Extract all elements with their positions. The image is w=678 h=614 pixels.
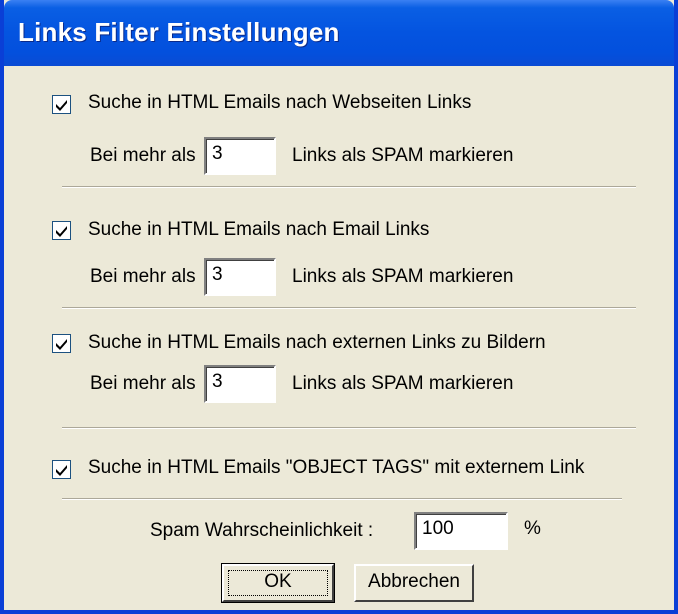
threshold-suffix-label: Links als SPAM markieren	[292, 145, 514, 166]
window-title: Links Filter Einstellungen	[18, 17, 340, 47]
threshold-suffix-label: Links als SPAM markieren	[292, 266, 514, 287]
separator	[62, 186, 636, 188]
checkbox-bilder-links-label[interactable]: Suche in HTML Emails nach externen Links…	[88, 332, 546, 354]
spam-probability-label: Spam Wahrscheinlichkeit :	[150, 520, 374, 541]
threshold-suffix-label: Links als SPAM markieren	[292, 373, 514, 394]
checkbox-object-tags-label[interactable]: Suche in HTML Emails "OBJECT TAGS" mit e…	[88, 457, 584, 479]
threshold-prefix-label: Bei mehr als	[90, 266, 196, 287]
checkbox-email-links-label[interactable]: Suche in HTML Emails nach Email Links	[88, 219, 429, 241]
focus-rectangle	[228, 570, 328, 596]
checkbox-object-tags[interactable]	[52, 460, 71, 479]
webseiten-links-threshold-input[interactable]: 3	[204, 137, 276, 175]
checkmark-icon	[56, 465, 67, 476]
separator	[62, 307, 636, 309]
dialog-window: Links Filter Einstellungen Suche in HTML…	[0, 0, 678, 614]
separator	[62, 498, 622, 500]
separator	[62, 427, 636, 429]
percent-unit-label: %	[524, 518, 541, 539]
cancel-button-label: Abbrechen	[368, 571, 460, 592]
spam-probability-input[interactable]: 100	[414, 512, 508, 550]
checkmark-icon	[56, 100, 67, 111]
title-bar[interactable]: Links Filter Einstellungen	[4, 0, 674, 66]
cancel-button[interactable]: Abbrechen	[354, 564, 474, 602]
checkbox-webseiten-links[interactable]	[52, 95, 71, 114]
checkbox-webseiten-links-label[interactable]: Suche in HTML Emails nach Webseiten Link…	[88, 92, 471, 114]
email-links-threshold-input[interactable]: 3	[204, 258, 276, 296]
checkmark-icon	[56, 226, 67, 237]
threshold-prefix-label: Bei mehr als	[90, 145, 196, 166]
checkbox-bilder-links[interactable]	[52, 334, 71, 353]
checkbox-email-links[interactable]	[52, 221, 71, 240]
threshold-prefix-label: Bei mehr als	[90, 373, 196, 394]
bilder-links-threshold-input[interactable]: 3	[204, 365, 276, 403]
checkmark-icon	[56, 339, 67, 350]
ok-button[interactable]: OK	[221, 563, 335, 603]
